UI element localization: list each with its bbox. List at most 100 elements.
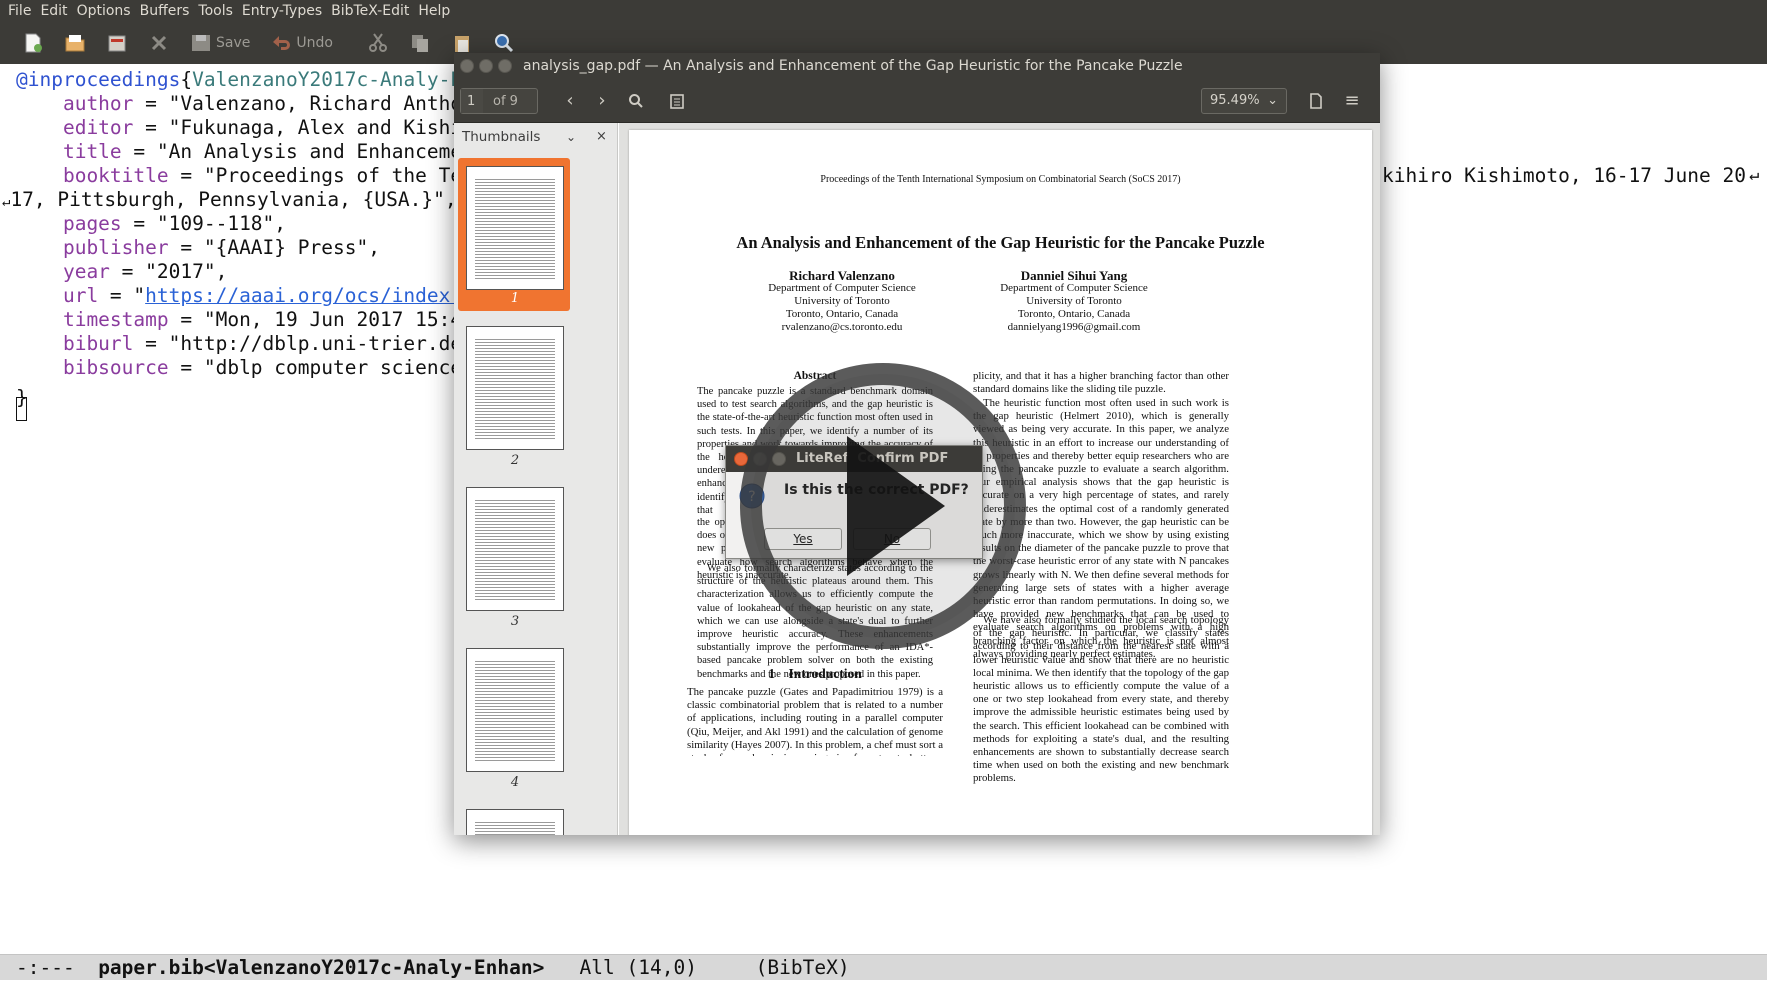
paste-icon — [454, 36, 469, 52]
sidebar-view-dropdown[interactable]: ⌄ — [566, 123, 576, 151]
search-icon — [494, 34, 514, 53]
thumbnail-label: 1 — [510, 291, 520, 306]
entry-type: @inproceedings — [16, 68, 181, 91]
dialog-minimize-button[interactable] — [753, 452, 767, 466]
thumbnail-page-4[interactable] — [466, 648, 564, 772]
field-author: author = "Valenzano, Richard Anthon — [16, 92, 474, 116]
booktitle-right-fragment: kihiro Kishimoto, 16-17 June 20 — [1382, 164, 1746, 187]
modeline-buffer-name: paper.bib<ValenzanoY2017c-Analy-Enhan> — [98, 956, 545, 979]
undo-label: Undo — [296, 35, 333, 51]
field-name: url — [16, 284, 99, 307]
field-value: 17, Pittsburgh, Pennsylvania, {USA.}", — [10, 188, 457, 211]
previous-page-button[interactable]: ‹ — [558, 89, 582, 113]
field-booktitle: booktitle = "Proceedings of the Ter — [16, 164, 474, 188]
dialog-title: LiteRef Confirm PDF — [796, 451, 949, 466]
zoom-select[interactable]: 95.49% ⌄ — [1201, 88, 1287, 114]
thumbnail-label: 3 — [510, 614, 520, 629]
dialog-close-button[interactable] — [734, 452, 748, 466]
thumbnails-sidebar: Thumbnails ⌄ × 1 2 3 4 — [454, 123, 618, 835]
copy-icon — [411, 35, 428, 52]
menu-bibtex-edit[interactable]: BibTeX-Edit — [331, 3, 409, 19]
thumbnail-page-2[interactable] — [466, 326, 564, 450]
dired-button[interactable] — [106, 32, 128, 54]
field-title: title = "An Analysis and Enhancemen — [16, 140, 474, 164]
search-button[interactable] — [493, 32, 515, 54]
menubar: File Edit Options Buffers Tools Entry-Ty… — [0, 0, 1767, 22]
kill-buffer-button[interactable] — [148, 32, 170, 54]
field-url: url = "https://aaai.org/ocs/index.p — [16, 284, 474, 308]
copy-button[interactable] — [409, 32, 431, 54]
new-file-icon — [25, 33, 42, 53]
window-minimize-button[interactable] — [479, 59, 493, 73]
page-number-input[interactable] — [461, 89, 483, 113]
field-name: year — [16, 260, 110, 283]
field-value: = "Fukunaga, Alex and Kishim — [133, 116, 474, 139]
menu-help[interactable]: Help — [418, 3, 450, 19]
new-file-button[interactable] — [22, 32, 44, 54]
field-biburl: biburl = "http://dblp.uni-trier.de/ — [16, 332, 474, 356]
mode-line: -:--- paper.bib<ValenzanoY2017c-Analy-En… — [0, 954, 1767, 980]
menu-options[interactable]: Options — [77, 3, 131, 19]
open-folder-icon — [65, 35, 85, 52]
booktitle-continuation: ↵17, Pittsburgh, Pennsylvania, {USA.}", — [2, 188, 457, 212]
wrap-right-icon: ↵ — [1749, 165, 1760, 185]
url-link[interactable]: https://aaai.org/ocs/index.p — [145, 284, 474, 307]
field-year: year = "2017", — [16, 260, 227, 284]
sidebar-close-button[interactable]: × — [596, 123, 607, 151]
undo-button[interactable]: Undo — [270, 32, 333, 54]
field-name: author — [16, 92, 134, 115]
minibuffer[interactable] — [0, 980, 1767, 1004]
menu-tools[interactable]: Tools — [198, 3, 233, 19]
cut-button[interactable] — [367, 32, 389, 54]
field-value: = "Proceedings of the Ter — [168, 164, 474, 187]
dired-icon — [108, 35, 126, 52]
viewer-titlebar: analysis_gap.pdf — An Analysis and Enhan… — [454, 53, 1380, 79]
dialog-question: Is this the correct PDF? — [784, 482, 969, 498]
menu-buffers[interactable]: Buffers — [140, 3, 190, 19]
intro-heading: 1 Introduction — [768, 666, 862, 681]
next-page-button[interactable]: › — [590, 89, 614, 113]
thumbnail-page-5[interactable] — [466, 809, 564, 835]
undo-icon — [273, 36, 291, 50]
author-email: dannielyang1996@gmail.com — [1007, 321, 1141, 333]
field-value: = "{AAAI} Press", — [168, 236, 380, 259]
annotations-button[interactable] — [665, 89, 689, 113]
field-name: timestamp — [16, 308, 169, 331]
search-icon — [629, 94, 643, 108]
menu-file[interactable]: File — [8, 3, 31, 19]
author-dept: Department of Computer Science — [768, 282, 916, 294]
paste-button[interactable] — [451, 32, 473, 54]
abstract-text-p2: We also formally characterize states acc… — [697, 563, 933, 680]
yes-button[interactable]: Yes — [764, 528, 842, 550]
field-name: pages — [16, 212, 122, 235]
menu-button[interactable]: ≡ — [1340, 89, 1364, 113]
page-count: of 9 — [493, 93, 518, 109]
window-maximize-button[interactable] — [498, 59, 512, 73]
menu-entry-types[interactable]: Entry-Types — [242, 3, 322, 19]
save-button[interactable]: Save — [190, 32, 250, 54]
author-city: Toronto, Ontario, Canada — [1017, 308, 1131, 320]
thumbnail-label: 2 — [510, 453, 520, 468]
dialog-maximize-button[interactable] — [772, 452, 786, 466]
window-close-button[interactable] — [460, 59, 474, 73]
thumbnail-page-1[interactable] — [466, 166, 564, 290]
field-pages: pages = "109--118", — [16, 212, 286, 236]
thumbnail-page-3[interactable] — [466, 487, 564, 611]
modeline-status: -:--- — [16, 956, 99, 979]
field-name: booktitle — [16, 164, 169, 187]
open-file-button[interactable] — [64, 32, 86, 54]
save-label: Save — [216, 35, 251, 51]
field-value: = "An Analysis and Enhancemen — [121, 140, 474, 163]
question-icon: ? — [739, 483, 765, 509]
no-button[interactable]: No — [853, 528, 931, 550]
chevron-down-icon: ⌄ — [1267, 93, 1278, 108]
cut-icon — [368, 33, 387, 52]
field-bibsource: bibsource = "dblp computer science — [16, 356, 474, 380]
presentation-button[interactable] — [1304, 89, 1328, 113]
modeline-position: All (14,0) — [544, 956, 756, 979]
document-icon — [1310, 93, 1322, 109]
clipboard-icon — [670, 94, 684, 109]
menu-edit[interactable]: Edit — [40, 3, 67, 19]
find-button[interactable] — [624, 89, 648, 113]
thumbnail-label: 4 — [510, 775, 520, 790]
